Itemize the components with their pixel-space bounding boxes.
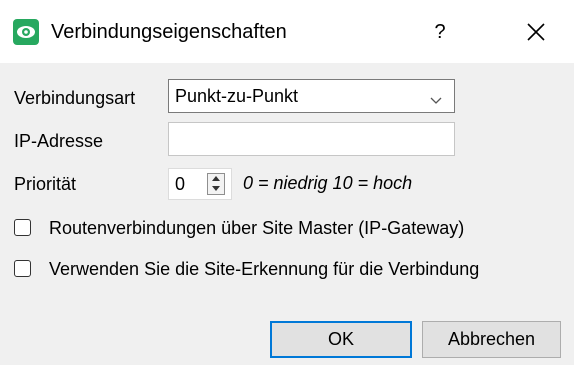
connection-type-value: Punkt-zu-Punkt [175, 86, 299, 106]
help-button[interactable]: ? [420, 14, 460, 50]
connection-type-select[interactable]: Punkt-zu-Punkt [168, 79, 455, 113]
window-title: Verbindungseigenschaften [51, 21, 287, 43]
eye-app-icon [13, 19, 39, 45]
ip-address-label: IP-Adresse [14, 131, 104, 151]
connection-properties-dialog: Verbindungseigenschaften ? Verbindungsar… [0, 0, 574, 365]
site-discovery-checkbox[interactable] [14, 260, 31, 277]
priority-spinbox[interactable]: 0 [168, 168, 232, 200]
connection-type-label: Verbindungsart [14, 88, 136, 108]
title-bar: Verbindungseigenschaften ? [0, 0, 574, 63]
priority-hint: 0 = niedrig 10 = hoch [243, 173, 413, 193]
chevron-down-icon [430, 92, 442, 110]
ip-address-field[interactable] [168, 122, 455, 156]
ok-button[interactable]: OK [270, 321, 412, 358]
close-button[interactable] [514, 14, 558, 50]
site-discovery-label[interactable]: Verwenden Sie die Site-Erkennung für die… [49, 257, 479, 281]
priority-value: 0 [175, 174, 186, 194]
priority-stepper[interactable] [207, 173, 225, 195]
route-via-site-master-checkbox[interactable] [14, 219, 31, 236]
priority-label: Priorität [14, 174, 77, 194]
route-via-site-master-label[interactable]: Routenverbindungen über Site Master (IP-… [49, 216, 464, 240]
cancel-button[interactable]: Abbrechen [422, 321, 561, 358]
stepper-down-icon[interactable] [208, 184, 224, 194]
stepper-up-icon[interactable] [208, 174, 224, 184]
close-icon [527, 23, 545, 41]
